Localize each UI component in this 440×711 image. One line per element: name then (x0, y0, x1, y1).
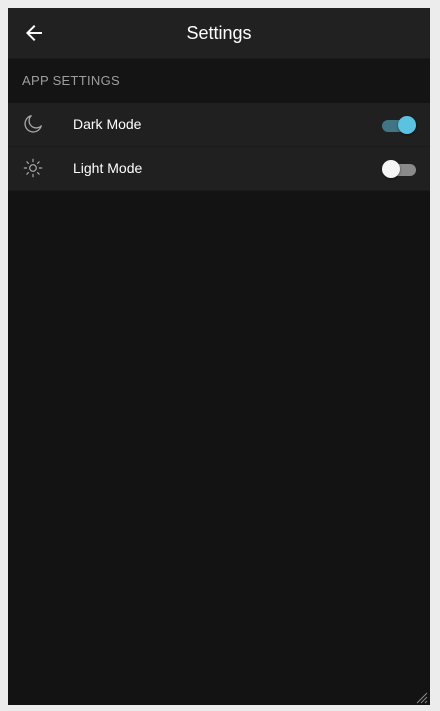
light-mode-toggle[interactable] (382, 159, 416, 179)
section-label: APP SETTINGS (22, 73, 120, 88)
section-header: APP SETTINGS (8, 59, 430, 103)
sun-icon (22, 157, 44, 179)
toggle-knob (382, 160, 400, 178)
settings-list: Dark Mode Light Mode (8, 103, 430, 191)
setting-label: Dark Mode (73, 116, 142, 132)
setting-row-dark-mode[interactable]: Dark Mode (8, 103, 430, 147)
setting-label: Light Mode (73, 160, 143, 176)
page-title: Settings (186, 23, 252, 43)
dark-mode-toggle[interactable] (382, 115, 416, 135)
app-bar: Settings (8, 8, 430, 59)
resize-grip-icon[interactable] (416, 691, 428, 704)
moon-icon (22, 113, 44, 135)
setting-row-light-mode[interactable]: Light Mode (8, 147, 430, 191)
settings-screen: Settings APP SETTINGS Dark Mode Light Mo… (8, 8, 430, 705)
toggle-knob (398, 116, 416, 134)
